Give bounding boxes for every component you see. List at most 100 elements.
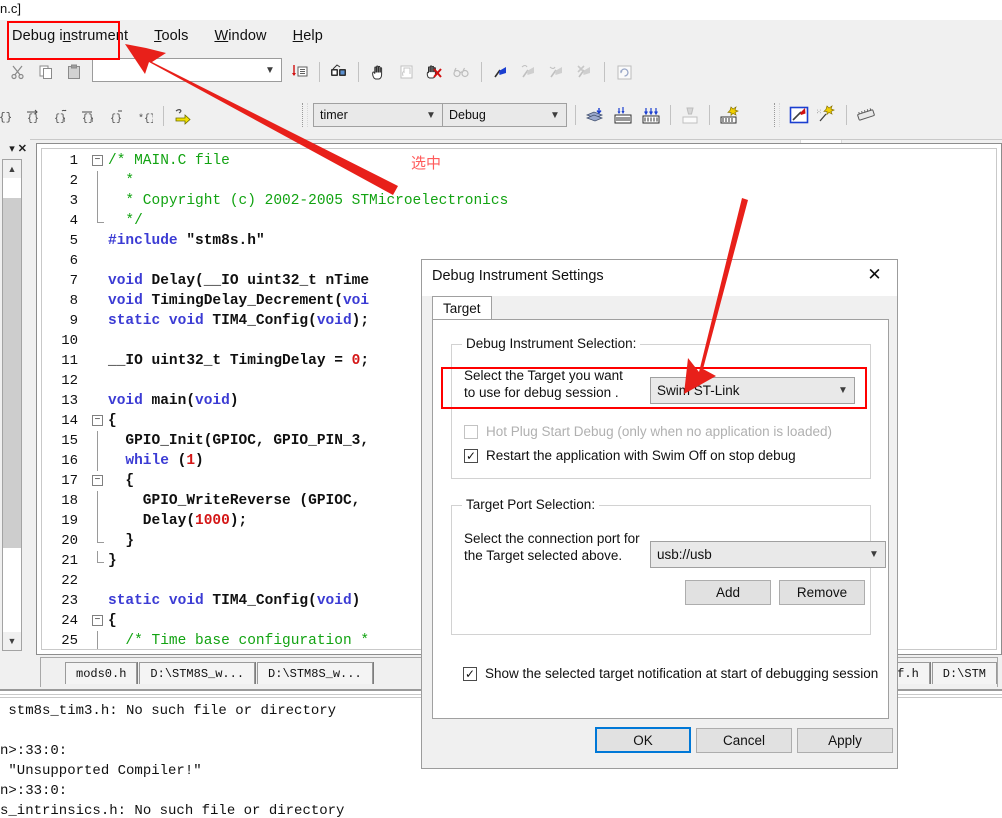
restart-with-swim-off-checkbox[interactable]: ✓ [464,448,478,463]
goto-line-icon[interactable] [286,58,314,86]
fold-marker[interactable] [88,171,106,191]
code-line[interactable]: 4 */ [42,211,996,231]
fold-marker[interactable] [88,591,106,611]
fold-marker[interactable]: − [88,411,106,431]
fold-marker[interactable]: − [88,611,106,631]
refresh-icon[interactable] [610,58,638,86]
fold-marker[interactable]: − [88,151,106,171]
menu-item-debug-instrument[interactable]: Debug instrument [8,26,132,46]
chevron-down-icon[interactable]: ▼ [834,385,852,396]
code-line[interactable]: 2 * [42,171,996,191]
brace-up-icon[interactable]: {} i [46,102,74,130]
paste-icon[interactable] [60,58,88,86]
left-dock-scrollbar[interactable]: ▲ ▼ [2,159,22,651]
scroll-down-icon[interactable]: ▼ [3,632,21,650]
add-port-button[interactable]: Add [685,580,771,605]
fold-marker[interactable] [88,491,106,511]
fold-marker[interactable] [88,271,106,291]
close-icon[interactable]: ✕ [18,142,27,155]
find-in-files-icon[interactable] [325,58,353,86]
code-line[interactable]: 5 #include "stm8s.h" [42,231,996,251]
line-number: 4 [69,213,78,229]
search-combo[interactable]: ▼ [92,58,282,82]
fold-marker[interactable]: − [88,471,106,491]
fold-marker[interactable] [88,371,106,391]
port-combo[interactable]: usb://usb ▼ [650,541,886,568]
bookmark-flag-icon[interactable] [487,58,515,86]
fold-marker[interactable] [88,291,106,311]
fold-marker[interactable] [88,191,106,211]
apply-button[interactable]: Apply [797,728,893,753]
toolbar-grip-2[interactable] [774,103,780,127]
hand-icon[interactable] [364,58,392,86]
disable-watch-icon[interactable] [420,58,448,86]
hot-plug-start-debug-checkbox [464,424,478,439]
chevron-down-icon[interactable]: ▼ [546,110,564,121]
watch-icon[interactable] [448,58,476,86]
brace-match-icon[interactable]: {} [102,102,130,130]
menu-item-window[interactable]: Window [210,26,270,46]
fold-marker[interactable] [88,431,106,451]
dialog-title-bar[interactable]: Debug Instrument Settings ✕ [422,260,897,296]
brace-right-icon[interactable]: {} [18,102,46,130]
file-tab[interactable]: D:\STM [931,662,997,684]
fold-marker[interactable] [88,571,106,591]
rebuild-all-icon[interactable] [609,101,637,129]
prev-bookmark-icon[interactable] [543,58,571,86]
target-combo[interactable]: Swim ST-Link ▼ [650,377,855,404]
chevron-down-icon[interactable]: ▼ [422,110,440,121]
remove-port-button[interactable]: Remove [779,580,865,605]
code-line[interactable]: 3 * Copyright (c) 2002-2005 STMicroelect… [42,191,996,211]
run-to-cursor-icon[interactable] [169,102,197,130]
fold-marker[interactable] [88,311,106,331]
fold-marker[interactable] [88,211,106,231]
clean-icon[interactable] [676,101,704,129]
batch-build-icon[interactable] [637,101,665,129]
brace-star-icon[interactable]: *{} [130,102,158,130]
scrollbar-thumb[interactable] [3,198,21,548]
ok-button[interactable]: OK [595,727,691,753]
cancel-button[interactable]: Cancel [696,728,792,753]
fold-marker[interactable] [88,331,106,351]
code-line[interactable]: 1−/* MAIN.C file [42,151,996,171]
debug-instrument-settings-dialog[interactable]: Debug Instrument Settings ✕ Target Debug… [421,259,898,769]
file-tab[interactable]: mods0.h [65,662,138,684]
toolbar-grip[interactable] [302,103,308,127]
file-tab[interactable]: D:\STM8S_w... [139,662,256,684]
page-icon[interactable] [392,58,420,86]
code-text: #include "stm8s.h" [108,233,265,249]
debug-settings-icon[interactable]: ⁙ [813,101,841,129]
copy-icon[interactable] [32,58,60,86]
file-tab[interactable]: D:\STM8S_w... [257,662,373,684]
configuration-combo[interactable]: Debug ▼ [442,103,567,127]
chevron-down-icon[interactable]: ▼ [865,549,883,560]
scroll-up-icon[interactable]: ▲ [3,160,21,178]
fold-marker[interactable] [88,231,106,251]
show-target-notification-checkbox[interactable]: ✓ [463,666,477,681]
project-settings-icon[interactable] [715,101,743,129]
fold-marker[interactable] [88,551,106,571]
fold-marker[interactable] [88,351,106,371]
remove-port-label: Remove [796,585,848,600]
next-bookmark-icon[interactable] [515,58,543,86]
fold-marker[interactable] [88,631,106,649]
chip-icon[interactable] [852,101,880,129]
tab-target[interactable]: Target [432,296,492,320]
close-icon[interactable]: ✕ [852,260,897,290]
fold-marker[interactable] [88,251,106,271]
start-debug-icon[interactable] [785,101,813,129]
chevron-down-icon[interactable]: ▾ [9,142,15,155]
clear-bookmark-icon[interactable] [571,58,599,86]
scissors-icon[interactable] [4,58,32,86]
menu-item-tools[interactable]: Tools [150,26,192,46]
build-icon[interactable] [581,101,609,129]
fold-marker[interactable] [88,511,106,531]
brace-icon[interactable]: {} [0,102,18,130]
project-combo[interactable]: timer ▼ [313,103,443,127]
menu-item-help[interactable]: Help [289,26,327,46]
fold-marker[interactable] [88,451,106,471]
chevron-down-icon[interactable]: ▼ [261,65,279,76]
brace-down-icon[interactable]: {} i [74,102,102,130]
fold-marker[interactable] [88,531,106,551]
fold-marker[interactable] [88,391,106,411]
